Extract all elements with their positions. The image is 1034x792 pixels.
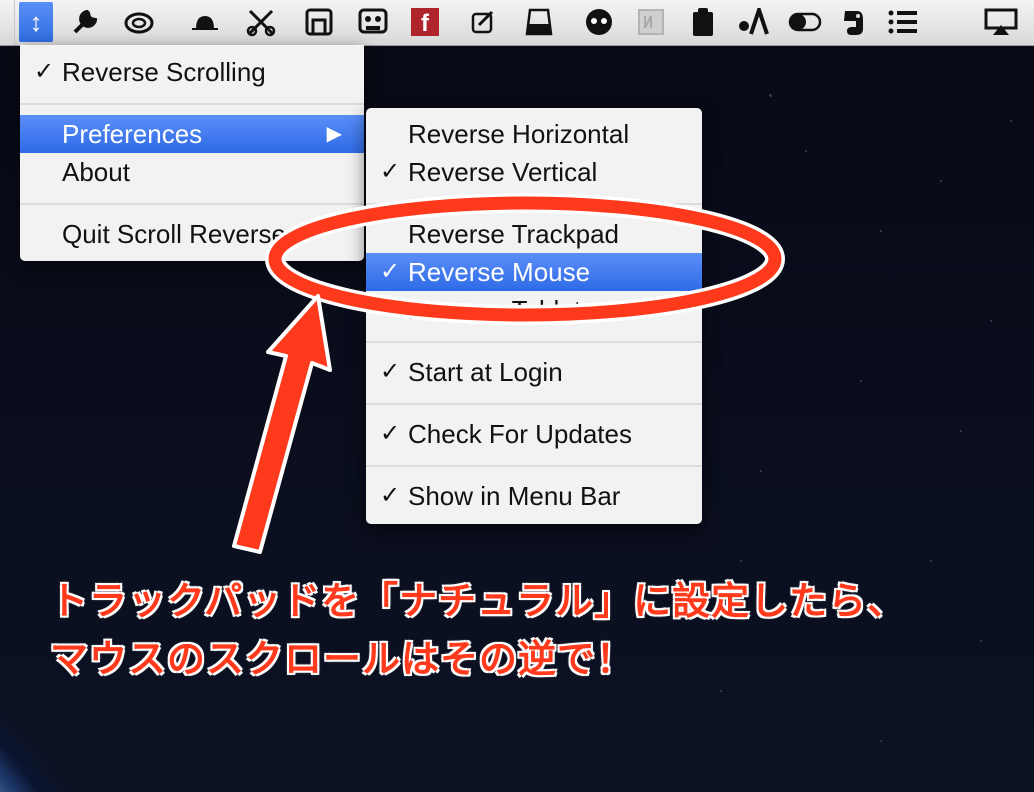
checkmark-icon: ✓ bbox=[380, 158, 401, 185]
menu-item-label: Check For Updates bbox=[408, 419, 632, 449]
list-svg bbox=[888, 10, 917, 34]
evernote-svg bbox=[844, 11, 863, 35]
typewriter-icon[interactable] bbox=[634, 5, 668, 39]
list-icon[interactable] bbox=[886, 5, 920, 39]
menu-item-label: Reverse Scrolling bbox=[62, 57, 266, 87]
clipboard-icon[interactable] bbox=[686, 5, 720, 39]
window-svg bbox=[305, 8, 333, 36]
menu-separator bbox=[366, 341, 702, 343]
menu-separator bbox=[366, 465, 702, 467]
clipboard-svg bbox=[693, 8, 713, 36]
menu-item-about[interactable]: About bbox=[20, 153, 364, 191]
scissors-icon[interactable] bbox=[244, 5, 278, 39]
menu-bar-edge bbox=[0, 0, 15, 45]
menu-item-label: Start at Login bbox=[408, 357, 563, 387]
edit-icon[interactable] bbox=[466, 5, 500, 39]
scroll-reverser-icon[interactable]: ↕ bbox=[19, 2, 53, 42]
submenu-item-reverse-vertical[interactable]: ✓ Reverse Vertical bbox=[366, 153, 702, 191]
hat-icon[interactable] bbox=[188, 5, 222, 39]
menu-separator bbox=[366, 203, 702, 205]
facebook-icon[interactable]: f bbox=[408, 5, 442, 39]
menu-item-label: Reverse Tablet bbox=[408, 295, 581, 325]
menu-item-label: Quit Scroll Reverser bbox=[62, 219, 295, 249]
toggle-svg bbox=[788, 12, 822, 32]
drawer-icon[interactable] bbox=[522, 5, 556, 39]
creative-cloud-svg bbox=[124, 12, 154, 34]
star bbox=[760, 470, 762, 472]
alfred-svg bbox=[739, 8, 769, 35]
checkmark-icon: ✓ bbox=[380, 296, 401, 323]
menu-item-quit[interactable]: Quit Scroll Reverser bbox=[20, 215, 364, 253]
airplay-svg bbox=[984, 8, 1018, 35]
cat-icon[interactable] bbox=[582, 5, 616, 39]
star bbox=[940, 180, 942, 182]
star bbox=[990, 320, 992, 322]
drawer-svg bbox=[525, 8, 553, 36]
star bbox=[880, 230, 882, 232]
checkmark-icon: ✓ bbox=[34, 58, 55, 85]
menu-separator bbox=[366, 403, 702, 405]
submenu-item-reverse-mouse[interactable]: ✓ Reverse Mouse bbox=[366, 253, 702, 291]
submenu-item-show-in-menu-bar[interactable]: ✓ Show in Menu Bar bbox=[366, 477, 702, 515]
menu-separator bbox=[20, 203, 364, 205]
scroll-reverser-menu: ✓ Reverse Scrolling Preferences ▶ About … bbox=[20, 45, 364, 261]
menu-item-label: Preferences bbox=[62, 119, 203, 149]
cassette-icon[interactable] bbox=[356, 5, 390, 39]
preferences-submenu: Reverse Horizontal ✓ Reverse Vertical Re… bbox=[366, 108, 702, 524]
edit-svg bbox=[471, 10, 494, 34]
star bbox=[720, 690, 722, 692]
star bbox=[930, 560, 932, 562]
menu-item-label: Reverse Vertical bbox=[408, 157, 598, 187]
star bbox=[980, 640, 982, 642]
alfred-icon[interactable] bbox=[736, 5, 770, 39]
cassette-svg bbox=[358, 8, 388, 34]
toggle-icon[interactable] bbox=[788, 5, 822, 39]
cat-svg bbox=[586, 9, 612, 35]
checkmark-icon: ✓ bbox=[380, 482, 401, 509]
menu-bar: ↕ f bbox=[0, 0, 1034, 46]
facebook-badge: f bbox=[411, 8, 439, 36]
star bbox=[1010, 120, 1012, 122]
tools-icon[interactable] bbox=[68, 5, 102, 39]
star bbox=[740, 560, 742, 562]
menu-item-reverse-scrolling[interactable]: ✓ Reverse Scrolling bbox=[20, 53, 364, 91]
hat-svg bbox=[192, 15, 218, 30]
scissors-svg bbox=[246, 9, 276, 37]
checkmark-icon: ✓ bbox=[380, 358, 401, 385]
star bbox=[860, 380, 862, 382]
submenu-item-reverse-horizontal[interactable]: Reverse Horizontal bbox=[366, 115, 702, 153]
menu-item-label: Show in Menu Bar bbox=[408, 481, 621, 511]
checkmark-icon: ✓ bbox=[380, 258, 401, 285]
menu-item-label: Reverse Mouse bbox=[408, 257, 591, 287]
typewriter-svg bbox=[638, 9, 664, 35]
annotation-caption-line2: マウスのスクロールはその逆で！ bbox=[50, 637, 636, 681]
menu-item-label: Reverse Horizontal bbox=[408, 119, 630, 149]
submenu-arrow-icon: ▶ bbox=[326, 123, 342, 145]
airplay-icon[interactable] bbox=[984, 5, 1018, 39]
star bbox=[805, 150, 807, 152]
menu-item-label: Reverse Trackpad bbox=[408, 219, 619, 249]
window-icon[interactable] bbox=[302, 5, 336, 39]
star bbox=[770, 95, 772, 97]
menu-item-label: About bbox=[62, 157, 130, 187]
menu-separator bbox=[20, 103, 364, 105]
submenu-item-check-for-updates[interactable]: ✓ Check For Updates bbox=[366, 415, 702, 453]
annotation-caption-line1: トラックパッドを「ナチュラル」に設定したら、 bbox=[50, 579, 907, 623]
tools-icon-svg bbox=[73, 9, 98, 34]
checkmark-icon: ✓ bbox=[380, 420, 401, 447]
star bbox=[960, 430, 962, 432]
submenu-item-reverse-tablet[interactable]: ✓ Reverse Tablet bbox=[366, 291, 702, 329]
menu-item-preferences[interactable]: Preferences ▶ bbox=[20, 115, 364, 153]
creative-cloud-icon[interactable] bbox=[122, 5, 156, 39]
star bbox=[880, 740, 882, 742]
submenu-item-start-at-login[interactable]: ✓ Start at Login bbox=[366, 353, 702, 391]
evernote-icon[interactable] bbox=[836, 5, 870, 39]
submenu-item-reverse-trackpad[interactable]: Reverse Trackpad bbox=[366, 215, 702, 253]
